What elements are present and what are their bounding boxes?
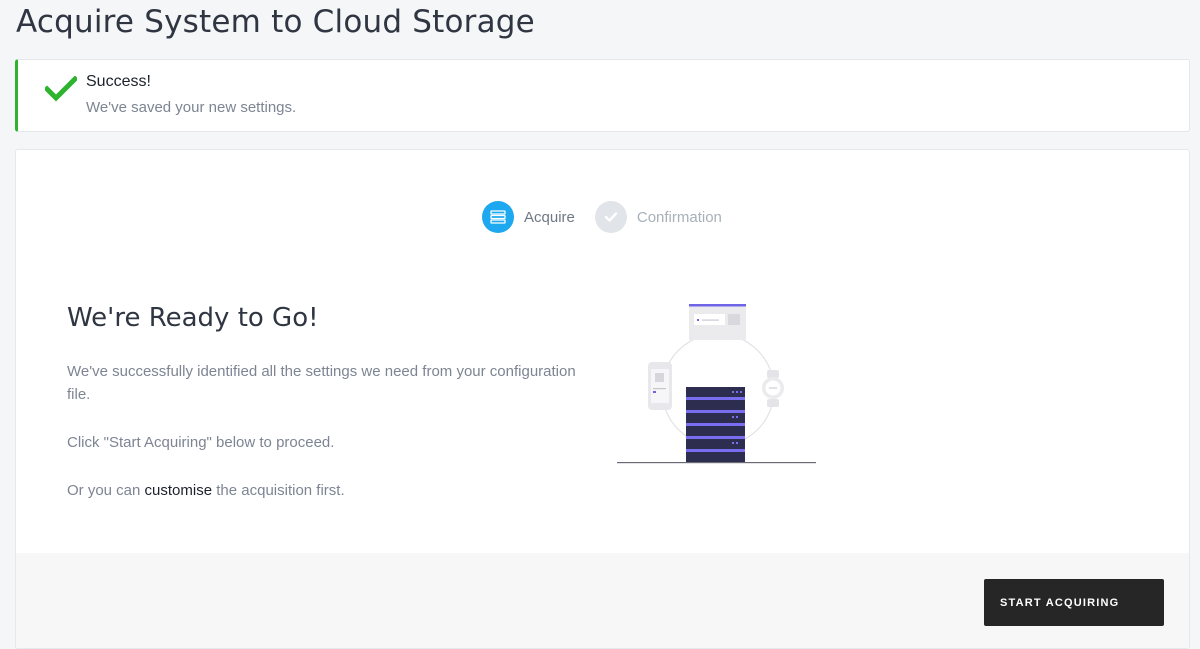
customise-text: Or you can customise the acquisition fir… (67, 479, 587, 502)
start-acquiring-button[interactable]: START ACQUIRING (984, 579, 1164, 626)
step-confirmation-circle (594, 201, 627, 233)
success-alert: Success! We've saved your new settings. (15, 59, 1190, 132)
server-illustration (617, 304, 816, 464)
check-icon (604, 212, 618, 222)
step-confirmation-label: Confirmation (636, 208, 722, 226)
stepper: Acquire Confirmation (482, 200, 722, 234)
page-title: Acquire System to Cloud Storage (16, 4, 535, 40)
customise-link[interactable]: customise (145, 482, 213, 499)
identified-text: We've successfully identified all the se… (67, 363, 576, 403)
step-acquire[interactable]: Acquire (482, 201, 575, 233)
step-acquire-circle (482, 201, 514, 233)
alert-title: Success! (86, 73, 151, 90)
alert-message: We've saved your new settings. (86, 99, 297, 116)
checkmark-icon (45, 76, 77, 102)
ready-heading: We're Ready to Go! (67, 303, 319, 333)
card-footer: START ACQUIRING (16, 553, 1189, 648)
customise-prefix: Or you can (67, 482, 145, 499)
step-acquire-label: Acquire (524, 208, 575, 226)
step-confirmation[interactable]: Confirmation (594, 201, 722, 233)
proceed-text: Click "Start Acquiring" below to proceed… (67, 434, 335, 451)
server-icon (490, 210, 506, 224)
customise-suffix: the acquisition first. (212, 482, 345, 499)
acquisition-card: Acquire Confirmation We're Ready to Go! … (15, 149, 1190, 649)
